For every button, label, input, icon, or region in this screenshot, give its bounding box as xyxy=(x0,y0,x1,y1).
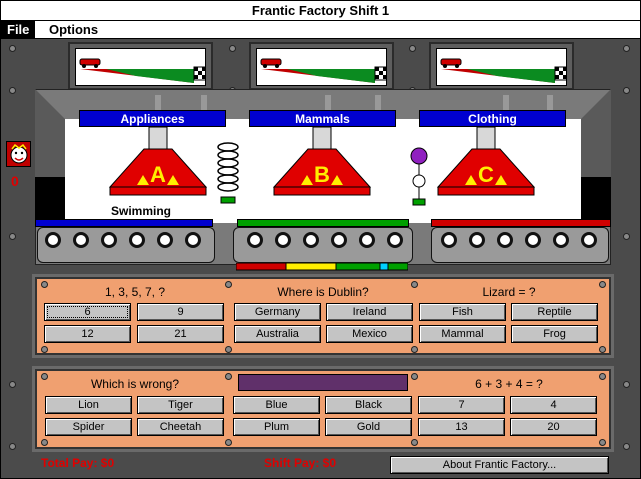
question-3-prompt: Lizard = ? xyxy=(482,285,536,299)
race-meter-3 xyxy=(429,42,574,90)
score-value: 0 xyxy=(11,173,19,189)
answer-button[interactable]: Frog xyxy=(511,325,598,343)
answer-button[interactable]: 12 xyxy=(44,325,131,343)
answer-button[interactable]: Cheetah xyxy=(137,418,224,436)
question-4-prompt: Which is wrong? xyxy=(90,377,180,391)
sorting-word: Swimming xyxy=(111,204,172,218)
answer-button[interactable]: Germany xyxy=(234,303,321,321)
answer-button[interactable]: Lion xyxy=(45,396,132,414)
belt-a xyxy=(35,219,213,227)
funnel-letter-a: A xyxy=(150,162,166,187)
race-car-icon xyxy=(79,58,101,66)
answer-button[interactable]: Tiger xyxy=(137,396,224,414)
answer-button[interactable]: Ireland xyxy=(326,303,413,321)
status-color-bar xyxy=(236,263,408,271)
menu-file[interactable]: File xyxy=(1,21,36,39)
answer-button[interactable]: 4 xyxy=(510,396,597,414)
category-label-a: Appliances xyxy=(79,110,226,127)
category-label-c: Clothing xyxy=(419,110,566,127)
answer-button[interactable]: 7 xyxy=(418,396,505,414)
answer-button[interactable]: 9 xyxy=(137,303,224,321)
funnel-letter-c: C xyxy=(478,162,494,187)
race-track-graphic xyxy=(440,58,566,83)
spring-icon xyxy=(217,142,239,204)
funnel-a[interactable]: A xyxy=(109,127,207,197)
answer-button[interactable]: Spider xyxy=(45,418,132,436)
answer-button[interactable]: Mexico xyxy=(326,325,413,343)
race-car-icon xyxy=(260,58,282,66)
answer-button[interactable]: Blue xyxy=(233,396,320,414)
race-car-icon xyxy=(440,58,462,66)
funnel-letter-b: B xyxy=(314,162,330,187)
belt-c xyxy=(431,219,611,227)
question-2-prompt: Where is Dublin? xyxy=(277,285,369,299)
race-meter-1 xyxy=(68,42,213,90)
category-label-b: Mammals xyxy=(249,110,396,127)
answer-button[interactable]: Fish xyxy=(419,303,506,321)
funnel-b[interactable]: B xyxy=(273,127,371,197)
answer-button[interactable]: Plum xyxy=(233,418,320,436)
race-track-graphic xyxy=(79,58,205,83)
answer-button[interactable]: 13 xyxy=(418,418,505,436)
player-face-icon xyxy=(6,141,31,167)
answer-button[interactable]: 21 xyxy=(137,325,224,343)
answer-button[interactable]: Australia xyxy=(234,325,321,343)
race-meter-2 xyxy=(249,42,394,90)
answer-button[interactable]: Mammal xyxy=(419,325,506,343)
question-1-prompt: 1, 3, 5, 7, ? xyxy=(104,285,166,299)
total-pay: Total Pay: $0 xyxy=(41,456,115,470)
shift-pay: Shift Pay: $0 xyxy=(264,456,337,470)
window-title: Frantic Factory Shift 1 xyxy=(1,1,640,21)
lever-icon xyxy=(410,147,428,206)
game-window: Frantic Factory Shift 1 File Options App… xyxy=(0,0,641,479)
funnel-c[interactable]: C xyxy=(437,127,535,197)
menu-bar: File Options xyxy=(1,21,640,39)
about-button[interactable]: About Frantic Factory... xyxy=(390,456,609,474)
race-track-graphic xyxy=(260,58,386,83)
answer-button[interactable]: Black xyxy=(325,396,412,414)
menu-options[interactable]: Options xyxy=(43,21,104,39)
question-5-prompt-box xyxy=(238,374,408,391)
answer-button[interactable]: Reptile xyxy=(511,303,598,321)
answer-button[interactable]: Gold xyxy=(325,418,412,436)
answer-button[interactable]: 6 xyxy=(44,303,131,321)
belt-b xyxy=(237,219,409,227)
question-6-prompt: 6 + 3 + 4 = ? xyxy=(475,377,543,391)
answer-button[interactable]: 20 xyxy=(510,418,597,436)
